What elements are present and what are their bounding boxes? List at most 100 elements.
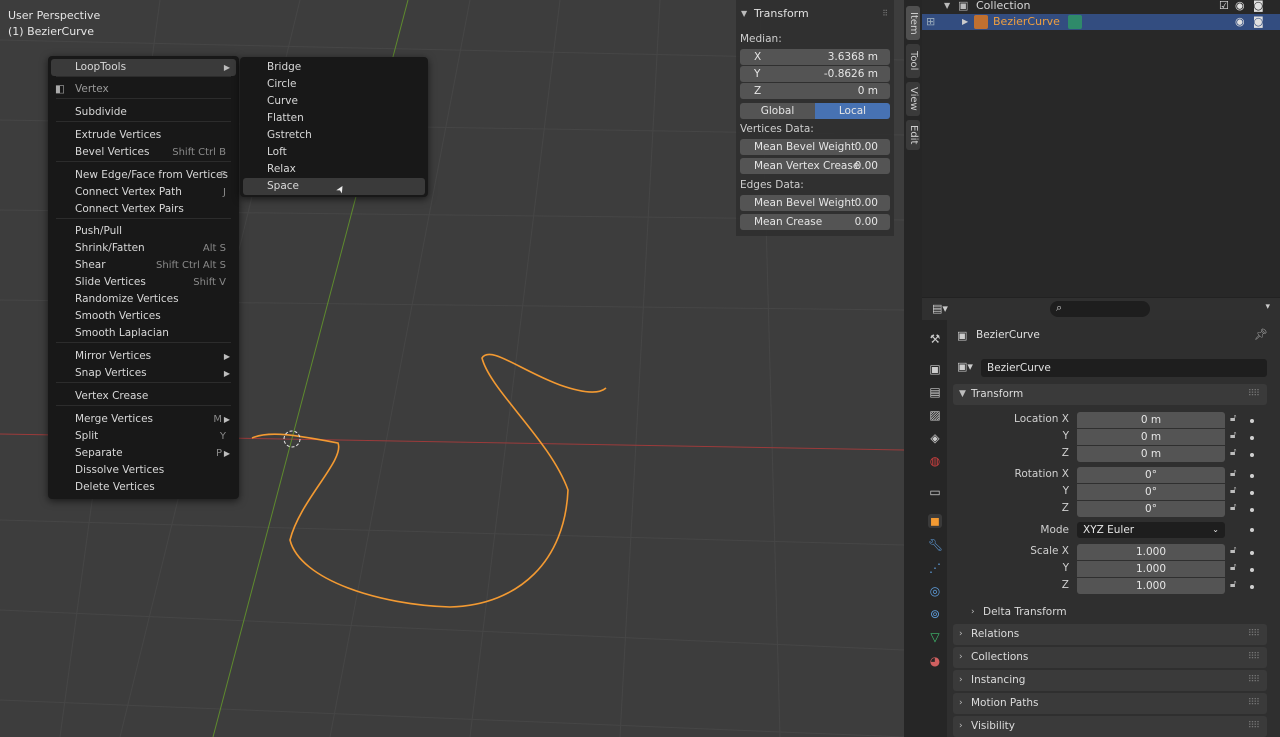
looptools-item-space[interactable]: Space ➤ (243, 178, 425, 196)
edge-mean-bevel-weight-field[interactable]: Mean Bevel Weight 0.00 (740, 195, 890, 211)
curve-data-icon[interactable]: ▽ (928, 630, 942, 644)
looptools-item-circle[interactable]: Circle (243, 76, 425, 93)
curve-data-icon[interactable] (1068, 15, 1082, 29)
menu-item-vertex-crease[interactable]: Vertex Crease (51, 388, 236, 405)
transform-panel-header[interactable]: ▼ Transform ⠿⠿ (953, 384, 1267, 405)
rotation-x-field[interactable]: 0° (1077, 467, 1225, 483)
camera-icon[interactable]: ◙ (1253, 14, 1264, 30)
drag-handle-icon[interactable]: ⠿⠿ (1248, 384, 1260, 405)
menu-item-dissolve-vertices[interactable]: Dissolve Vertices (51, 462, 236, 479)
lock-icon[interactable]: 🔓︎ (1230, 579, 1236, 590)
mean-bevel-weight-field[interactable]: Mean Bevel Weight 0.00 (740, 139, 890, 155)
menu-item-mirror-vertices[interactable]: Mirror Vertices ▶ (51, 348, 236, 365)
lock-icon[interactable]: 🔓︎ (1230, 485, 1236, 496)
modifier-icon[interactable]: 🔧︎ (928, 538, 943, 552)
eye-icon[interactable]: ◉ (1235, 14, 1245, 30)
location-x-field[interactable]: 0 m (1077, 412, 1225, 428)
median-y-field[interactable]: Y -0.8626 m (740, 66, 890, 82)
motion-paths-panel-header[interactable]: › Motion Paths ⠿⠿ (953, 693, 1267, 714)
keyframe-dot-icon[interactable] (1250, 528, 1254, 532)
eye-icon[interactable]: ◉ (1235, 0, 1245, 14)
drag-handle-icon[interactable]: ⠿ (882, 4, 888, 24)
camera-icon[interactable]: ◙ (1253, 0, 1264, 14)
keyframe-dot-icon[interactable] (1250, 419, 1254, 423)
global-toggle[interactable]: Global (740, 103, 815, 119)
tab-tool[interactable]: Tool (906, 44, 920, 78)
local-toggle[interactable]: Local (815, 103, 890, 119)
lock-icon[interactable]: 🔓︎ (1230, 413, 1236, 424)
mean-vertex-crease-field[interactable]: Mean Vertex Crease 0.00 (740, 158, 890, 174)
object-browse-icon[interactable]: ▣▾ (957, 360, 973, 373)
drag-handle-icon[interactable]: ⠿⠿ (1248, 693, 1260, 714)
keyframe-dot-icon[interactable] (1250, 453, 1254, 457)
editor-type-icon[interactable]: ▤▾ (932, 302, 948, 315)
keyframe-dot-icon[interactable] (1250, 568, 1254, 572)
rotation-mode-select[interactable]: XYZ Euler ⌄ (1077, 522, 1225, 538)
menu-item-split[interactable]: Split Y (51, 428, 236, 445)
looptools-item-loft[interactable]: Loft (243, 144, 425, 161)
menu-item-new-edge-face-from-vertices[interactable]: New Edge/Face from Vertices F (51, 167, 236, 184)
visibility-panel-header[interactable]: › Visibility ⠿⠿ (953, 716, 1267, 737)
menu-item-smooth-vertices[interactable]: Smooth Vertices (51, 308, 236, 325)
menu-item-subdivide[interactable]: Subdivide (51, 104, 236, 121)
outliner-row-collection[interactable]: ▼ ▣ Collection ☑ ◉ ◙ (922, 0, 1280, 14)
menu-item-snap-vertices[interactable]: Snap Vertices ▶ (51, 365, 236, 382)
pin-icon[interactable]: 📌︎ (1254, 328, 1268, 341)
tool-icon[interactable]: ⚒ (928, 332, 942, 346)
menu-item-extrude-vertices[interactable]: Extrude Vertices (51, 127, 236, 144)
instancing-panel-header[interactable]: › Instancing ⠿⠿ (953, 670, 1267, 691)
chevron-down-icon[interactable]: ▼ (944, 0, 950, 14)
keyframe-dot-icon[interactable] (1250, 436, 1254, 440)
rotation-y-field[interactable]: 0° (1077, 484, 1225, 500)
menu-item-push-pull[interactable]: Push/Pull (51, 223, 236, 240)
scale-x-field[interactable]: 1.000 (1077, 544, 1225, 560)
looptools-item-bridge[interactable]: Bridge (243, 59, 425, 76)
drag-handle-icon[interactable]: ⠿⠿ (1248, 716, 1260, 737)
menu-item-smooth-laplacian[interactable]: Smooth Laplacian (51, 325, 236, 342)
edit-mode-icon[interactable]: ⊞ (926, 14, 935, 30)
object-icon[interactable]: ◼ (928, 514, 942, 528)
median-x-field[interactable]: X 3.6368 m (740, 49, 890, 65)
rotation-z-field[interactable]: 0° (1077, 501, 1225, 517)
constraint-icon[interactable]: ⊚ (928, 607, 942, 621)
looptools-item-relax[interactable]: Relax (243, 161, 425, 178)
menu-item-bevel-vertices[interactable]: Bevel Vertices Shift Ctrl B (51, 144, 236, 161)
checkbox-icon[interactable]: ☑ (1219, 0, 1229, 14)
lock-icon[interactable]: 🔓︎ (1230, 468, 1236, 479)
location-z-field[interactable]: 0 m (1077, 446, 1225, 462)
menu-item-randomize-vertices[interactable]: Randomize Vertices (51, 291, 236, 308)
menu-item-merge-vertices[interactable]: Merge Vertices M ▶ (51, 411, 236, 428)
scale-z-field[interactable]: 1.000 (1077, 578, 1225, 594)
looptools-item-gstretch[interactable]: Gstretch (243, 127, 425, 144)
menu-item-slide-vertices[interactable]: Slide Vertices Shift V (51, 274, 236, 291)
object-name-field[interactable]: BezierCurve (981, 359, 1267, 377)
mean-crease-field[interactable]: Mean Crease 0.00 (740, 214, 890, 230)
menu-item-connect-vertex-path[interactable]: Connect Vertex Path J (51, 184, 236, 201)
median-z-field[interactable]: Z0 m (740, 83, 890, 99)
delta-transform-subpanel[interactable]: › Delta Transform (971, 604, 1261, 620)
keyframe-dot-icon[interactable] (1250, 491, 1254, 495)
looptools-item-curve[interactable]: Curve (243, 93, 425, 110)
menu-item-shrink-fatten[interactable]: Shrink/Fatten Alt S (51, 240, 236, 257)
keyframe-dot-icon[interactable] (1250, 585, 1254, 589)
menu-item-separate[interactable]: Separate P ▶ (51, 445, 236, 462)
properties-search-input[interactable]: ⌕ (1050, 301, 1150, 317)
collection-icon[interactable]: ▭ (928, 485, 942, 499)
tab-item[interactable]: Item (906, 6, 920, 40)
physics-icon[interactable]: ◎ (928, 584, 942, 598)
chevron-down-icon[interactable]: ▾ (1265, 302, 1270, 312)
chevron-right-icon[interactable]: ▶ (962, 14, 968, 30)
transform-panel-header[interactable]: ▼ Transform ⠿ (736, 4, 894, 24)
drag-handle-icon[interactable]: ⠿⠿ (1248, 647, 1260, 668)
world-icon[interactable]: ◍ (928, 454, 942, 468)
tab-edit[interactable]: Edit (906, 120, 920, 150)
tab-view[interactable]: View (906, 82, 920, 116)
looptools-item-flatten[interactable]: Flatten (243, 110, 425, 127)
material-icon[interactable]: ◕ (928, 654, 942, 668)
keyframe-dot-icon[interactable] (1250, 551, 1254, 555)
menu-item-shear[interactable]: Shear Shift Ctrl Alt S (51, 257, 236, 274)
lock-icon[interactable]: 🔓︎ (1230, 430, 1236, 441)
scene-icon[interactable]: ◈ (928, 431, 942, 445)
output-icon[interactable]: ▤ (928, 385, 942, 399)
drag-handle-icon[interactable]: ⠿⠿ (1248, 624, 1260, 645)
